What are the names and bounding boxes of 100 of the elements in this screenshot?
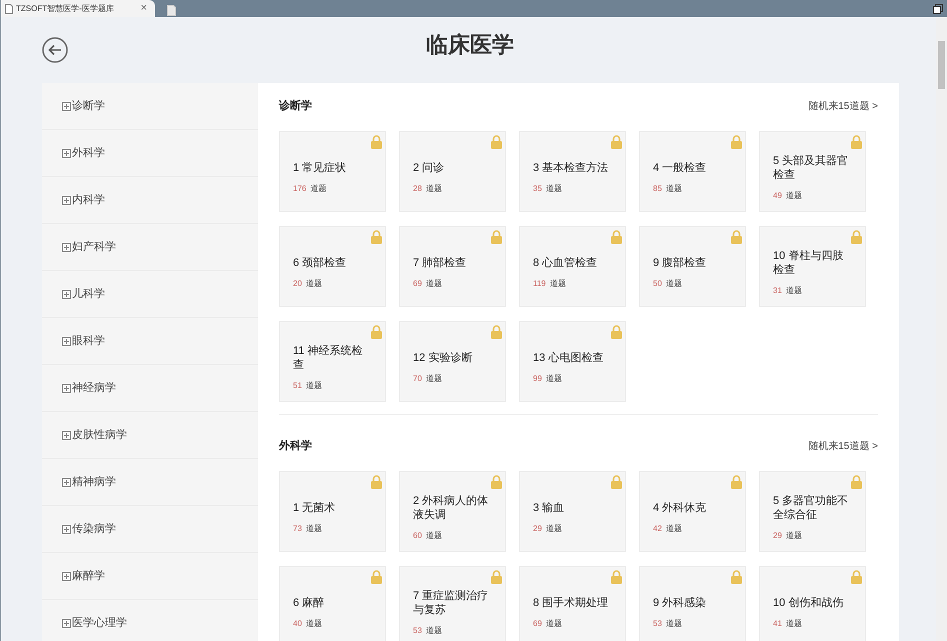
- browser-tab[interactable]: TZSOFT智慧医学-医学题库 ×: [1, 0, 155, 17]
- question-unit: 道题: [306, 524, 322, 534]
- page-icon: [5, 4, 13, 14]
- question-count: 42: [653, 524, 662, 534]
- question-count: 51: [293, 381, 302, 391]
- chapter-title: 8 心血管检查: [533, 256, 598, 270]
- question-count: 176: [293, 184, 306, 194]
- question-unit: 道题: [546, 184, 562, 194]
- chapter-title: 3 输血: [533, 501, 566, 515]
- chapter-card[interactable]: 13 心电图检查 99 道题: [519, 321, 626, 402]
- question-unit: 道题: [310, 184, 326, 194]
- chapter-card[interactable]: 8 心血管检查 119 道题: [519, 226, 626, 307]
- question-count: 73: [293, 524, 302, 534]
- question-unit: 道题: [546, 619, 562, 629]
- expand-icon: [62, 102, 71, 110]
- question-unit: 道题: [666, 524, 682, 534]
- question-unit: 道题: [546, 374, 562, 384]
- chapter-title: 3 基本检查方法: [533, 161, 610, 175]
- expand-icon: [62, 478, 71, 486]
- expand-icon: [62, 524, 71, 534]
- question-count: 41: [773, 619, 782, 629]
- chapter-card[interactable]: 2 外科病人的体液失调 60 道题: [399, 471, 506, 552]
- expand-icon: [62, 572, 71, 580]
- chapter-card[interactable]: 2 问诊 28 道题: [399, 131, 506, 212]
- expand-icon: [62, 196, 71, 204]
- question-count: 99: [533, 374, 542, 384]
- question-unit: 道题: [306, 619, 322, 629]
- chapter-title: 9 腹部检查: [653, 256, 708, 270]
- question-unit: 道题: [426, 374, 442, 384]
- question-count: 35: [533, 184, 542, 194]
- chapter-card[interactable]: 12 实验诊断 70 道题: [399, 321, 506, 402]
- question-count: 69: [533, 619, 542, 629]
- back-icon[interactable]: [42, 37, 68, 63]
- question-unit: 道题: [786, 286, 802, 296]
- chapter-card[interactable]: 3 基本检查方法 35 道题: [519, 131, 626, 212]
- question-unit: 道题: [306, 381, 322, 391]
- chapter-card[interactable]: 4 一般检查 85 道题: [639, 131, 746, 212]
- question-count: 31: [773, 286, 782, 296]
- chapter-title: 8 围手术期处理: [533, 596, 610, 610]
- chapter-card[interactable]: 9 外科感染 53 道题: [639, 566, 746, 641]
- question-count: 85: [653, 184, 662, 194]
- expand-icon: [62, 384, 71, 392]
- question-count: 119: [533, 279, 546, 289]
- random-questions-link[interactable]: 随机来15道题 >: [808, 98, 878, 114]
- question-count: 40: [293, 619, 302, 629]
- question-unit: 道题: [550, 279, 566, 289]
- question-unit: 道题: [546, 524, 562, 534]
- question-unit: 道题: [786, 531, 802, 541]
- chapter-card[interactable]: 4 外科休克 42 道题: [639, 471, 746, 552]
- chapter-card[interactable]: 8 围手术期处理 69 道题: [519, 566, 626, 641]
- chapter-card[interactable]: 10 创伤和战伤 41 道题: [759, 566, 866, 641]
- question-count: 69: [413, 279, 422, 289]
- question-count: 29: [773, 531, 782, 541]
- scrollbar-thumb[interactable]: [938, 41, 945, 89]
- chapter-title: 1 常见症状: [293, 161, 348, 175]
- question-unit: 道题: [426, 184, 442, 194]
- chapter-title: 13 心电图检查: [533, 351, 604, 365]
- chapter-card[interactable]: 7 重症监测治疗与复苏 53 道题: [399, 566, 506, 641]
- chapter-title: 7 重症监测治疗与复苏: [413, 589, 490, 617]
- expand-icon: [62, 618, 71, 628]
- chapter-title: 9 外科感染: [653, 596, 708, 610]
- section-title: 外科学: [279, 438, 312, 454]
- chapter-title: 5 多器官功能不全综合征: [773, 494, 850, 522]
- chapter-card[interactable]: 9 腹部检查 50 道题: [639, 226, 746, 307]
- chapter-card[interactable]: 11 神经系统检查 51 道题: [279, 321, 386, 402]
- page-title: 临床医学: [426, 34, 514, 56]
- chapter-title: 2 问诊: [413, 161, 446, 175]
- chapter-card[interactable]: 1 无菌术 73 道题: [279, 471, 386, 552]
- section-title: 诊断学: [279, 98, 312, 114]
- chapter-card[interactable]: 5 头部及其器官检查 49 道题: [759, 131, 866, 212]
- chapter-card[interactable]: 6 颈部检查 20 道题: [279, 226, 386, 307]
- chapter-title: 11 神经系统检查: [293, 344, 364, 372]
- chapter-card[interactable]: 1 常见症状 176 道题: [279, 131, 386, 212]
- question-count: 28: [413, 184, 422, 194]
- question-count: 53: [413, 626, 422, 636]
- close-tab-button[interactable]: ×: [140, 3, 147, 14]
- chapter-card[interactable]: 7 肺部检查 69 道题: [399, 226, 506, 307]
- chapter-card[interactable]: 10 脊柱与四肢检查 31 道题: [759, 226, 866, 307]
- random-questions-link[interactable]: 随机来15道题 >: [808, 438, 878, 454]
- chapter-title: 5 头部及其器官检查: [773, 154, 850, 182]
- chapter-title: 7 肺部检查: [413, 256, 468, 270]
- chapter-card[interactable]: 5 多器官功能不全综合征 29 道题: [759, 471, 866, 552]
- restore-window-icon[interactable]: [933, 4, 943, 14]
- chapter-title: 12 实验诊断: [413, 351, 474, 365]
- question-count: 70: [413, 374, 422, 384]
- chapter-title: 4 外科休克: [653, 501, 708, 515]
- chapter-card[interactable]: 3 输血 29 道题: [519, 471, 626, 552]
- expand-icon: [62, 290, 71, 298]
- question-unit: 道题: [786, 619, 802, 629]
- chapter-title: 10 创伤和战伤: [773, 596, 844, 610]
- expand-icon: [62, 242, 71, 252]
- chapter-title: 4 一般检查: [653, 161, 708, 175]
- chapter-title: 10 脊柱与四肢检查: [773, 249, 844, 277]
- chapter-card[interactable]: 6 麻醉 40 道题: [279, 566, 386, 641]
- question-unit: 道题: [666, 184, 682, 194]
- expand-icon: [62, 336, 71, 346]
- question-count: 20: [293, 279, 302, 289]
- scrollbar[interactable]: [936, 17, 947, 641]
- question-unit: 道题: [426, 626, 442, 636]
- expand-icon: [62, 148, 71, 158]
